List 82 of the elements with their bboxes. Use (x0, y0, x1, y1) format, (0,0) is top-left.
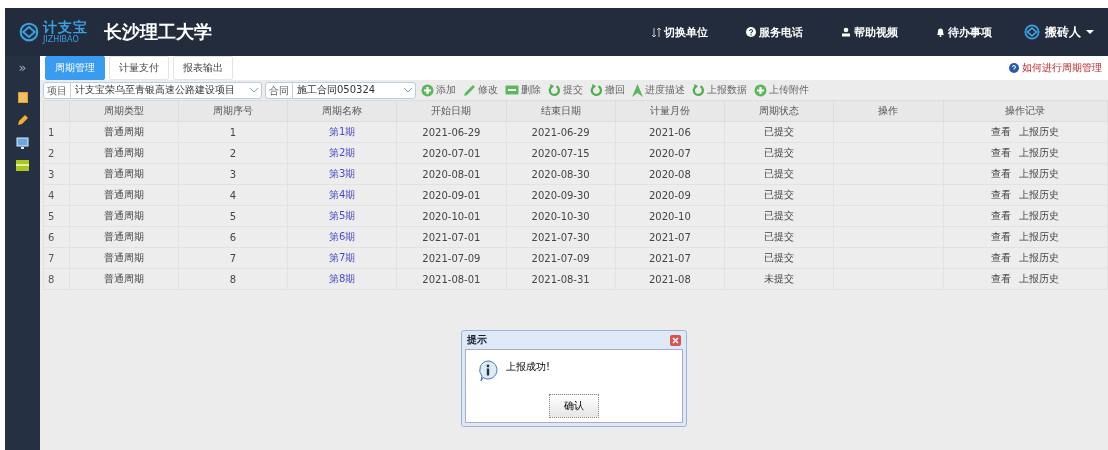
column-header: 计量月份 (615, 100, 725, 122)
help-icon (746, 27, 756, 37)
record-link[interactable]: 查看 (991, 272, 1012, 286)
nav-link[interactable]: 帮助视频 (841, 24, 898, 40)
minus-icon (505, 85, 519, 95)
toolbar-button[interactable]: 撤回 (588, 83, 627, 97)
nav-link[interactable]: 服务电话 (746, 24, 803, 40)
nav-link[interactable]: 切换单位 (652, 24, 708, 40)
close-icon[interactable] (670, 334, 681, 346)
record-link[interactable]: 上报历史 (1019, 167, 1060, 181)
help-icon (1009, 63, 1019, 73)
record-link[interactable]: 上报历史 (1019, 209, 1060, 223)
record-link[interactable]: 上报历史 (1019, 125, 1060, 139)
toolbar-button[interactable]: 删除 (503, 83, 543, 97)
record-link[interactable]: 查看 (991, 251, 1012, 265)
column-header: 结束日期 (506, 100, 616, 122)
record-link[interactable]: 查看 (991, 188, 1012, 202)
record-link[interactable]: 查看 (991, 167, 1012, 181)
monitor-icon (16, 137, 29, 150)
row-number: 5 (43, 205, 69, 227)
record-link[interactable]: 上报历史 (1019, 230, 1060, 244)
tab[interactable]: 报表输出 (173, 56, 233, 80)
toolbar-button[interactable]: 上报数据 (690, 83, 749, 97)
app-title: 长沙理工大学 (104, 20, 212, 44)
row-number: 2 (43, 142, 69, 164)
dialog-title: 提示 (467, 333, 487, 347)
row-number: 6 (43, 226, 69, 248)
record-link[interactable]: 上报历史 (1019, 251, 1060, 265)
record-link[interactable]: 查看 (991, 125, 1012, 139)
refresh-icon (692, 83, 705, 97)
toolbar-button[interactable]: 修改 (461, 83, 500, 97)
record-link[interactable]: 上报历史 (1019, 272, 1060, 286)
user-menu[interactable]: 搬砖人 (1024, 23, 1094, 41)
record-link[interactable]: 上报历史 (1019, 188, 1060, 202)
record-link[interactable]: 查看 (991, 209, 1012, 223)
dialog-message: 上报成功! (506, 360, 550, 374)
column-header: 周期状态 (724, 100, 834, 122)
row-number: 3 (43, 163, 69, 185)
nav-link[interactable]: 待办事项 (936, 24, 992, 40)
logo-text: 计支宝 (43, 20, 88, 35)
logo-subtitle: JIZHIBAO (43, 35, 80, 44)
chevron-icon (404, 87, 412, 93)
chevron-icon (250, 87, 258, 93)
plus-icon (421, 83, 434, 97)
logo-icon (19, 22, 39, 42)
pencil-icon (463, 83, 476, 97)
refresh-icon (548, 83, 561, 97)
toolbar-button[interactable]: 进度描述 (630, 83, 687, 97)
column-header: 开始日期 (396, 100, 506, 122)
arrow-icon (632, 83, 643, 97)
row-number: 1 (43, 121, 69, 143)
column-header: 周期序号 (178, 100, 288, 122)
card-icon (16, 160, 29, 171)
tab[interactable]: 计量支付 (109, 56, 169, 80)
toolbar-button[interactable]: 上传附件 (752, 83, 811, 97)
refresh-icon (590, 83, 603, 97)
help-link[interactable]: 如何进行周期管理 (1009, 61, 1102, 75)
select-field[interactable]: 合同 施工合同050324 (265, 81, 416, 99)
column-header: 操作记录 (943, 100, 1108, 122)
info-icon (478, 360, 498, 382)
column-header: 周期类型 (69, 100, 179, 122)
row-number: 8 (43, 268, 69, 290)
column-header: 操作 (833, 100, 943, 122)
toolbar-button[interactable]: 添加 (419, 83, 458, 97)
record-link[interactable]: 查看 (991, 230, 1012, 244)
row-number: 7 (43, 247, 69, 269)
caret-icon (1086, 30, 1094, 34)
plus-icon (754, 83, 767, 97)
book-icon (16, 91, 29, 104)
record-link[interactable]: 上报历史 (1019, 146, 1060, 160)
column-header: 周期名称 (287, 100, 397, 122)
bell-icon (936, 27, 945, 37)
select-field[interactable]: 项目 计支宝荣乌至青银高速公路建设项目 (43, 81, 262, 99)
record-link[interactable]: 查看 (991, 146, 1012, 160)
switch-icon (652, 26, 661, 38)
row-number: 4 (43, 184, 69, 206)
pencil-icon (16, 114, 29, 127)
logo-icon (1024, 24, 1040, 40)
toolbar-button[interactable]: 提交 (546, 83, 585, 97)
expand-toggle[interactable]: » (18, 60, 27, 75)
person-icon (841, 27, 851, 37)
confirm-button[interactable]: 确认 (549, 394, 599, 418)
